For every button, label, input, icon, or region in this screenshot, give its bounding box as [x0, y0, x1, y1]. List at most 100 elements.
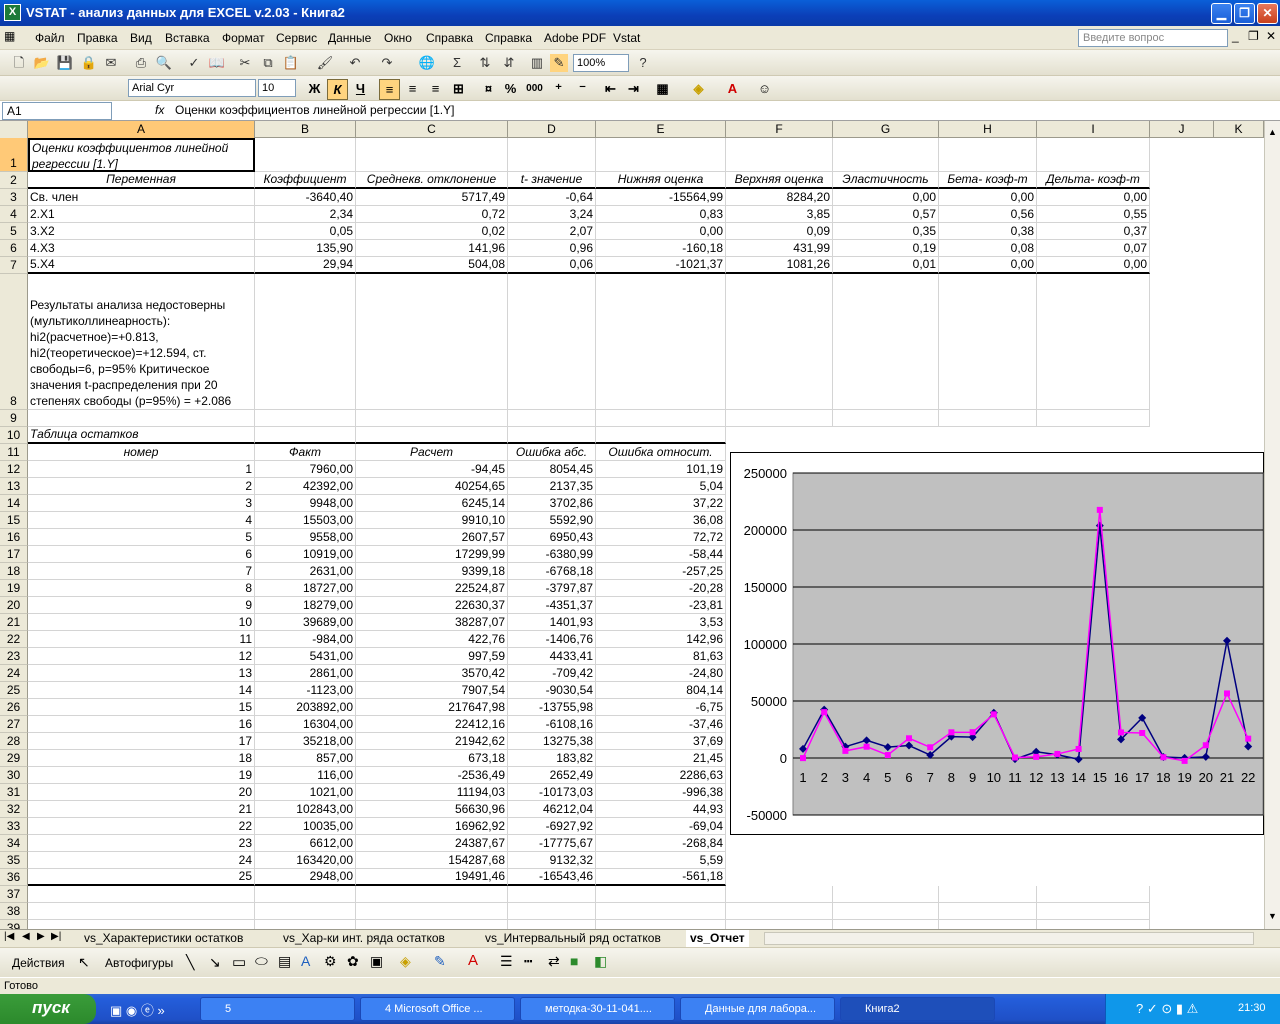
cell-empty[interactable] — [1037, 138, 1150, 172]
task-excel-book2[interactable]: Книга2 — [840, 997, 995, 1021]
rectangle-icon[interactable]: ▭ — [232, 953, 246, 971]
residual-header[interactable]: Ошибка относит. — [596, 444, 726, 461]
residual-value[interactable]: 19491,46 — [356, 869, 508, 886]
residual-value[interactable]: 4433,41 — [508, 648, 596, 665]
coef-value[interactable]: 0,07 — [1037, 240, 1150, 257]
residual-value[interactable]: -13755,98 — [508, 699, 596, 716]
cell-empty[interactable] — [596, 886, 726, 903]
residual-value[interactable]: 17 — [28, 733, 255, 750]
row-header-5[interactable]: 5 — [0, 223, 28, 240]
close-button[interactable]: ✕ — [1257, 3, 1278, 24]
column-header-i[interactable]: I — [1037, 121, 1150, 138]
residual-value[interactable]: 22630,37 — [356, 597, 508, 614]
coef-value[interactable]: 0,57 — [833, 206, 939, 223]
tab-residual-characteristics[interactable]: vs_Характеристики остатков — [84, 930, 243, 947]
cell-empty[interactable] — [939, 274, 1037, 410]
residuals-chart[interactable]: 250000 200000 150000 100000 50000 0 -50000 1 2 3 4… — [730, 452, 1264, 835]
coef-value[interactable]: 0,37 — [1037, 223, 1150, 240]
residual-value[interactable]: 24 — [28, 852, 255, 869]
wordart-icon[interactable]: A — [301, 953, 310, 969]
row-header-24[interactable]: 24 — [0, 665, 28, 682]
borders-icon[interactable]: ▦ — [652, 79, 673, 100]
cell-empty[interactable] — [726, 274, 833, 410]
cell-empty[interactable] — [726, 886, 833, 903]
row-header-10[interactable]: 10 — [0, 427, 28, 444]
residual-value[interactable]: 10919,00 — [255, 546, 356, 563]
row-header-17[interactable]: 17 — [0, 546, 28, 563]
row-header-34[interactable]: 34 — [0, 835, 28, 852]
merge-center-icon[interactable]: ⊞ — [448, 79, 469, 100]
residual-value[interactable]: 9399,18 — [356, 563, 508, 580]
textbox-icon[interactable]: ▤ — [278, 953, 291, 970]
column-header-g[interactable]: G — [833, 121, 939, 138]
coef-value[interactable]: -0,64 — [508, 189, 596, 206]
residual-value[interactable]: -6380,99 — [508, 546, 596, 563]
header-cell[interactable]: Дельта- коэф-т — [1037, 172, 1150, 189]
task-folder[interactable]: 5 — [200, 997, 355, 1021]
line-icon[interactable]: ╲ — [186, 954, 194, 971]
line-style-icon[interactable]: ☰ — [500, 953, 513, 970]
cell-empty[interactable] — [356, 427, 508, 444]
coef-value[interactable]: 0,00 — [833, 189, 939, 206]
thousands-button[interactable]: 000 — [524, 79, 545, 100]
residual-value[interactable]: 36,08 — [596, 512, 726, 529]
row-header-20[interactable]: 20 — [0, 597, 28, 614]
residual-value[interactable]: 11 — [28, 631, 255, 648]
print-icon[interactable]: ⎙ — [132, 54, 150, 72]
residual-value[interactable]: 1021,00 — [255, 784, 356, 801]
doc-minimize-icon[interactable]: _ — [1232, 29, 1239, 43]
coef-value[interactable]: 0,06 — [508, 257, 596, 274]
row-header-16[interactable]: 16 — [0, 529, 28, 546]
cell-empty[interactable] — [356, 410, 508, 427]
align-center-icon[interactable]: ≡ — [402, 79, 423, 100]
residual-value[interactable]: 422,76 — [356, 631, 508, 648]
italic-button[interactable]: К — [327, 79, 348, 100]
residual-value[interactable]: 2137,35 — [508, 478, 596, 495]
residual-value[interactable]: 9558,00 — [255, 529, 356, 546]
menu-data[interactable]: Данные — [328, 31, 371, 45]
row-header-18[interactable]: 18 — [0, 563, 28, 580]
tab-next-icon[interactable]: ▶ — [37, 931, 45, 942]
cell-empty[interactable] — [596, 903, 726, 920]
preview-icon[interactable]: 🔍 — [155, 54, 173, 72]
residual-value[interactable]: 183,82 — [508, 750, 596, 767]
residual-value[interactable]: -984,00 — [255, 631, 356, 648]
sort-desc-icon[interactable]: ⇵ — [500, 54, 518, 72]
residual-value[interactable]: -23,81 — [596, 597, 726, 614]
row-header-4[interactable]: 4 — [0, 206, 28, 223]
bold-button[interactable]: Ж — [304, 79, 325, 100]
residual-value[interactable]: 22412,16 — [356, 716, 508, 733]
menu-edit[interactable]: Правка — [77, 31, 118, 45]
clipart-icon[interactable]: ✿ — [347, 953, 359, 970]
coef-value[interactable]: 2,34 — [255, 206, 356, 223]
residual-value[interactable]: 16304,00 — [255, 716, 356, 733]
residual-value[interactable]: 40254,65 — [356, 478, 508, 495]
residual-value[interactable]: 16 — [28, 716, 255, 733]
residual-value[interactable]: -4351,37 — [508, 597, 596, 614]
row-header-8[interactable]: 8 — [0, 274, 28, 410]
3d-icon[interactable]: ◧ — [594, 953, 607, 970]
currency-icon[interactable]: ¤ — [478, 79, 499, 100]
name-box[interactable]: A1 — [2, 102, 112, 120]
residual-value[interactable]: -6768,18 — [508, 563, 596, 580]
residual-value[interactable]: 10035,00 — [255, 818, 356, 835]
paste-icon[interactable]: 📋 — [282, 54, 300, 72]
drawing-icon[interactable]: ✎ — [550, 54, 568, 72]
residual-value[interactable]: 81,63 — [596, 648, 726, 665]
residual-value[interactable]: 102843,00 — [255, 801, 356, 818]
residual-value[interactable]: 2631,00 — [255, 563, 356, 580]
header-cell[interactable]: Верхняя оценка — [726, 172, 833, 189]
cell-empty[interactable] — [356, 903, 508, 920]
coef-value[interactable]: 0,00 — [939, 189, 1037, 206]
menu-help[interactable]: Справка — [426, 31, 473, 45]
coef-value[interactable]: 0,83 — [596, 206, 726, 223]
diagram-icon[interactable]: ⚙ — [324, 953, 337, 970]
autosum-icon[interactable]: Σ — [448, 54, 466, 72]
cell-empty[interactable] — [833, 886, 939, 903]
menu-format[interactable]: Формат — [222, 31, 265, 45]
variable-name[interactable]: 5.X4 — [28, 257, 255, 274]
cell-empty[interactable] — [508, 427, 596, 444]
picture-icon[interactable]: ▣ — [370, 953, 383, 970]
tab-first-icon[interactable]: |◀ — [4, 931, 14, 942]
coef-value[interactable]: 135,90 — [255, 240, 356, 257]
